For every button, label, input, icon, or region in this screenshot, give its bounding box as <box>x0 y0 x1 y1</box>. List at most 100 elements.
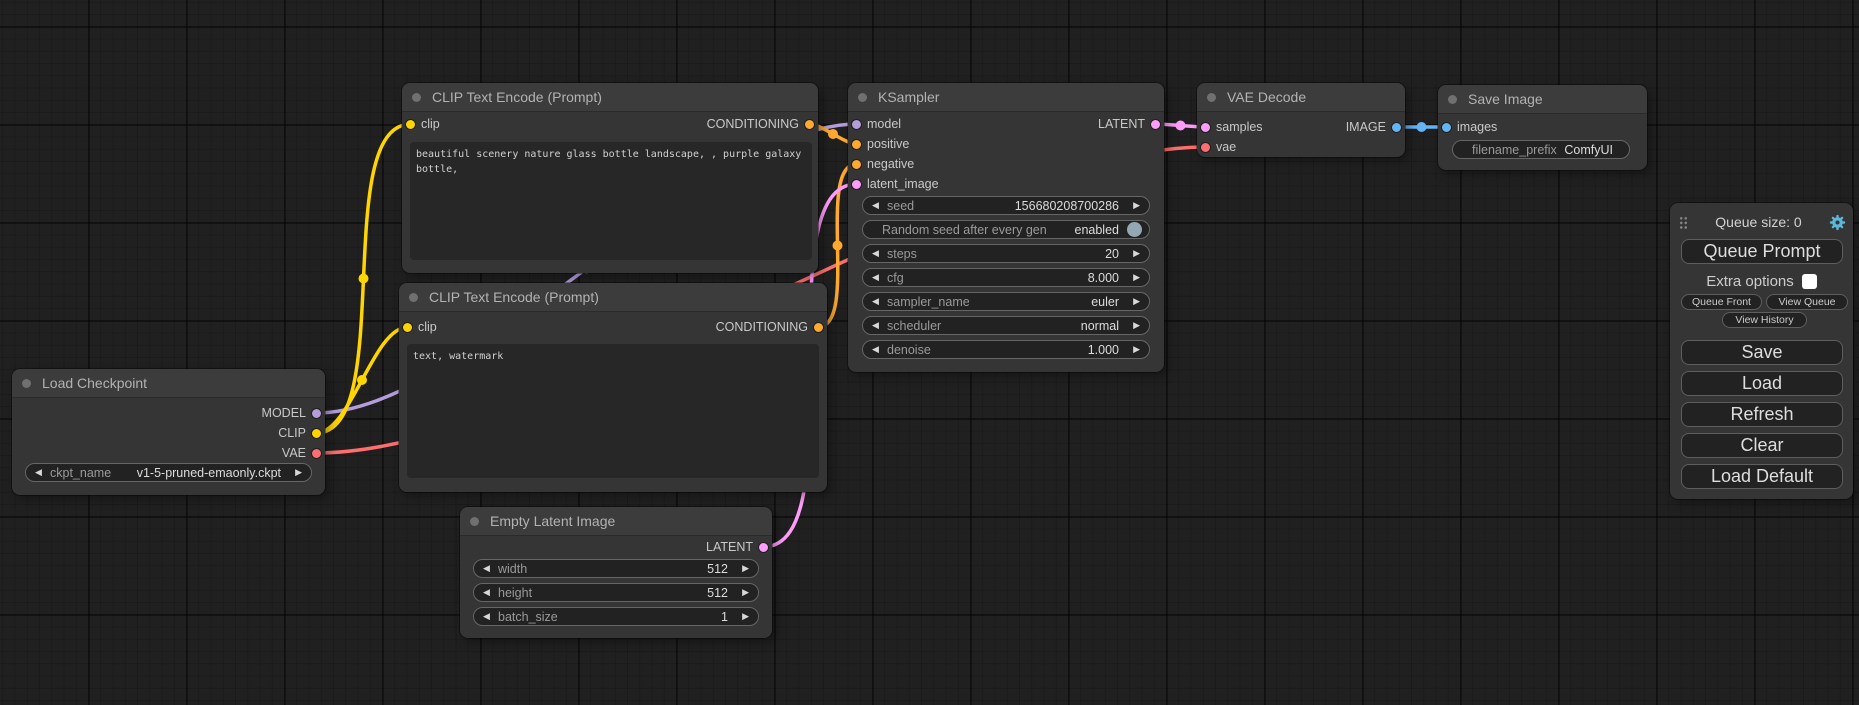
slot-dot-latent[interactable] <box>758 542 769 553</box>
load-default-button[interactable]: Load Default <box>1681 464 1843 489</box>
increment-arrow-icon[interactable]: ▶ <box>1128 273 1140 282</box>
collapse-dot-icon[interactable] <box>1207 93 1216 102</box>
refresh-button[interactable]: Refresh <box>1681 402 1843 427</box>
decrement-arrow-icon[interactable]: ◀ <box>872 273 884 282</box>
node-ksampler[interactable]: KSampler model positive negative latent_… <box>848 83 1164 372</box>
slot-dot-image[interactable] <box>1391 122 1402 133</box>
widget-filename-prefix[interactable]: filename_prefix ComfyUI <box>1452 140 1630 159</box>
increment-arrow-icon[interactable]: ▶ <box>1128 321 1140 330</box>
widget-scheduler[interactable]: ◀ scheduler normal ▶ <box>862 316 1150 335</box>
output-slot-latent: LATENT <box>706 537 769 557</box>
queue-front-button[interactable]: Queue Front <box>1681 294 1762 310</box>
decrement-arrow-icon[interactable]: ◀ <box>483 588 495 597</box>
increment-arrow-icon[interactable]: ▶ <box>1128 345 1140 354</box>
decrement-arrow-icon[interactable]: ◀ <box>872 249 884 258</box>
node-empty-latent-image[interactable]: Empty Latent Image LATENT ◀ width 512 ▶ … <box>460 507 772 638</box>
node-clip-text-encode-positive[interactable]: CLIP Text Encode (Prompt) clip CONDITION… <box>402 83 818 273</box>
widget-label: denoise <box>887 343 931 357</box>
widget-label: batch_size <box>498 610 558 624</box>
decrement-arrow-icon[interactable]: ◀ <box>872 297 884 306</box>
increment-arrow-icon[interactable]: ▶ <box>1128 249 1140 258</box>
widget-label: height <box>498 586 532 600</box>
view-history-button[interactable]: View History <box>1722 312 1807 328</box>
increment-arrow-icon[interactable]: ▶ <box>737 588 749 597</box>
node-load-checkpoint[interactable]: Load Checkpoint MODEL CLIP VAE ◀ ckpt_na… <box>12 369 325 495</box>
widget-height[interactable]: ◀ height 512 ▶ <box>473 583 759 602</box>
widget-cfg[interactable]: ◀ cfg 8.000 ▶ <box>862 268 1150 287</box>
slot-dot-latent[interactable] <box>1150 119 1161 130</box>
slot-dot-vae[interactable] <box>311 448 322 459</box>
prompt-text-input[interactable]: text, watermark <box>407 344 819 478</box>
node-title-bar[interactable]: CLIP Text Encode (Prompt) <box>399 283 827 312</box>
output-slot-latent: LATENT <box>1098 114 1161 134</box>
slot-dot-conditioning[interactable] <box>851 139 862 150</box>
node-title-bar[interactable]: Load Checkpoint <box>12 369 325 398</box>
widget-ckpt-name[interactable]: ◀ ckpt_name v1-5-pruned-emaonly.ckpt ▶ <box>25 463 312 482</box>
slot-dot-vae[interactable] <box>1200 142 1211 153</box>
increment-arrow-icon[interactable]: ▶ <box>1128 297 1140 306</box>
increment-arrow-icon[interactable]: ▶ <box>290 468 302 477</box>
node-vae-decode[interactable]: VAE Decode samples vae IMAGE <box>1197 83 1405 157</box>
collapse-dot-icon[interactable] <box>1448 95 1457 104</box>
slot-label: positive <box>867 137 909 151</box>
widget-sampler-name[interactable]: ◀ sampler_name euler ▶ <box>862 292 1150 311</box>
slot-dot-latent[interactable] <box>851 179 862 190</box>
queue-size-label: Queue size: 0 <box>1688 214 1829 230</box>
widget-value: 20 <box>1105 247 1119 261</box>
widget-batch-size[interactable]: ◀ batch_size 1 ▶ <box>473 607 759 626</box>
node-title-bar[interactable]: KSampler <box>848 83 1164 112</box>
widget-value: 8.000 <box>1088 271 1119 285</box>
widget-label: cfg <box>887 271 904 285</box>
slot-dot-conditioning[interactable] <box>813 322 824 333</box>
slot-dot-clip[interactable] <box>405 119 416 130</box>
node-title-bar[interactable]: VAE Decode <box>1197 83 1405 112</box>
widget-steps[interactable]: ◀ steps 20 ▶ <box>862 244 1150 263</box>
slot-dot-model[interactable] <box>851 119 862 130</box>
collapse-dot-icon[interactable] <box>412 93 421 102</box>
decrement-arrow-icon[interactable]: ◀ <box>483 612 495 621</box>
collapse-dot-icon[interactable] <box>470 517 479 526</box>
increment-arrow-icon[interactable]: ▶ <box>737 564 749 573</box>
slot-dot-latent[interactable] <box>1200 122 1211 133</box>
node-title-bar[interactable]: CLIP Text Encode (Prompt) <box>402 83 818 112</box>
save-button[interactable]: Save <box>1681 340 1843 365</box>
decrement-arrow-icon[interactable]: ◀ <box>872 321 884 330</box>
widget-seed[interactable]: ◀ seed 156680208700286 ▶ <box>862 196 1150 215</box>
slot-dot-conditioning[interactable] <box>804 119 815 130</box>
collapse-dot-icon[interactable] <box>858 93 867 102</box>
settings-gear-icon[interactable] <box>1829 214 1846 231</box>
collapse-dot-icon[interactable] <box>409 293 418 302</box>
extra-options-checkbox[interactable] <box>1802 274 1817 289</box>
link-dot <box>1417 122 1427 132</box>
node-title: VAE Decode <box>1227 89 1306 105</box>
slot-dot-image[interactable] <box>1441 122 1452 133</box>
node-clip-text-encode-negative[interactable]: CLIP Text Encode (Prompt) clip CONDITION… <box>399 283 827 492</box>
node-save-image[interactable]: Save Image images filename_prefix ComfyU… <box>1438 85 1647 170</box>
clear-button[interactable]: Clear <box>1681 433 1843 458</box>
widget-width[interactable]: ◀ width 512 ▶ <box>473 559 759 578</box>
slot-dot-conditioning[interactable] <box>851 159 862 170</box>
decrement-arrow-icon[interactable]: ◀ <box>483 564 495 573</box>
widget-denoise[interactable]: ◀ denoise 1.000 ▶ <box>862 340 1150 359</box>
increment-arrow-icon[interactable]: ▶ <box>737 612 749 621</box>
node-title-bar[interactable]: Empty Latent Image <box>460 507 772 536</box>
node-title-bar[interactable]: Save Image <box>1438 85 1647 114</box>
slot-dot-clip[interactable] <box>402 322 413 333</box>
increment-arrow-icon[interactable]: ▶ <box>1128 201 1140 210</box>
extra-options-label: Extra options <box>1706 273 1794 290</box>
drag-handle-icon[interactable] <box>1679 216 1688 229</box>
widget-random-seed-toggle[interactable]: Random seed after every gen enabled <box>862 220 1150 239</box>
collapse-dot-icon[interactable] <box>22 379 31 388</box>
prompt-text-input[interactable]: beautiful scenery nature glass bottle la… <box>410 142 812 260</box>
comfyui-canvas[interactable]: { "colors": { "model": "#B39DDB", "clip"… <box>0 0 1859 705</box>
load-button[interactable]: Load <box>1681 371 1843 396</box>
decrement-arrow-icon[interactable]: ◀ <box>35 468 47 477</box>
decrement-arrow-icon[interactable]: ◀ <box>872 201 884 210</box>
queue-prompt-button[interactable]: Queue Prompt <box>1681 239 1843 264</box>
decrement-arrow-icon[interactable]: ◀ <box>872 345 884 354</box>
view-queue-button[interactable]: View Queue <box>1766 294 1848 310</box>
output-slot-conditioning: CONDITIONING <box>707 114 815 134</box>
slot-dot-model[interactable] <box>311 408 322 419</box>
slot-dot-clip[interactable] <box>311 428 322 439</box>
toggle-indicator[interactable] <box>1127 222 1142 237</box>
